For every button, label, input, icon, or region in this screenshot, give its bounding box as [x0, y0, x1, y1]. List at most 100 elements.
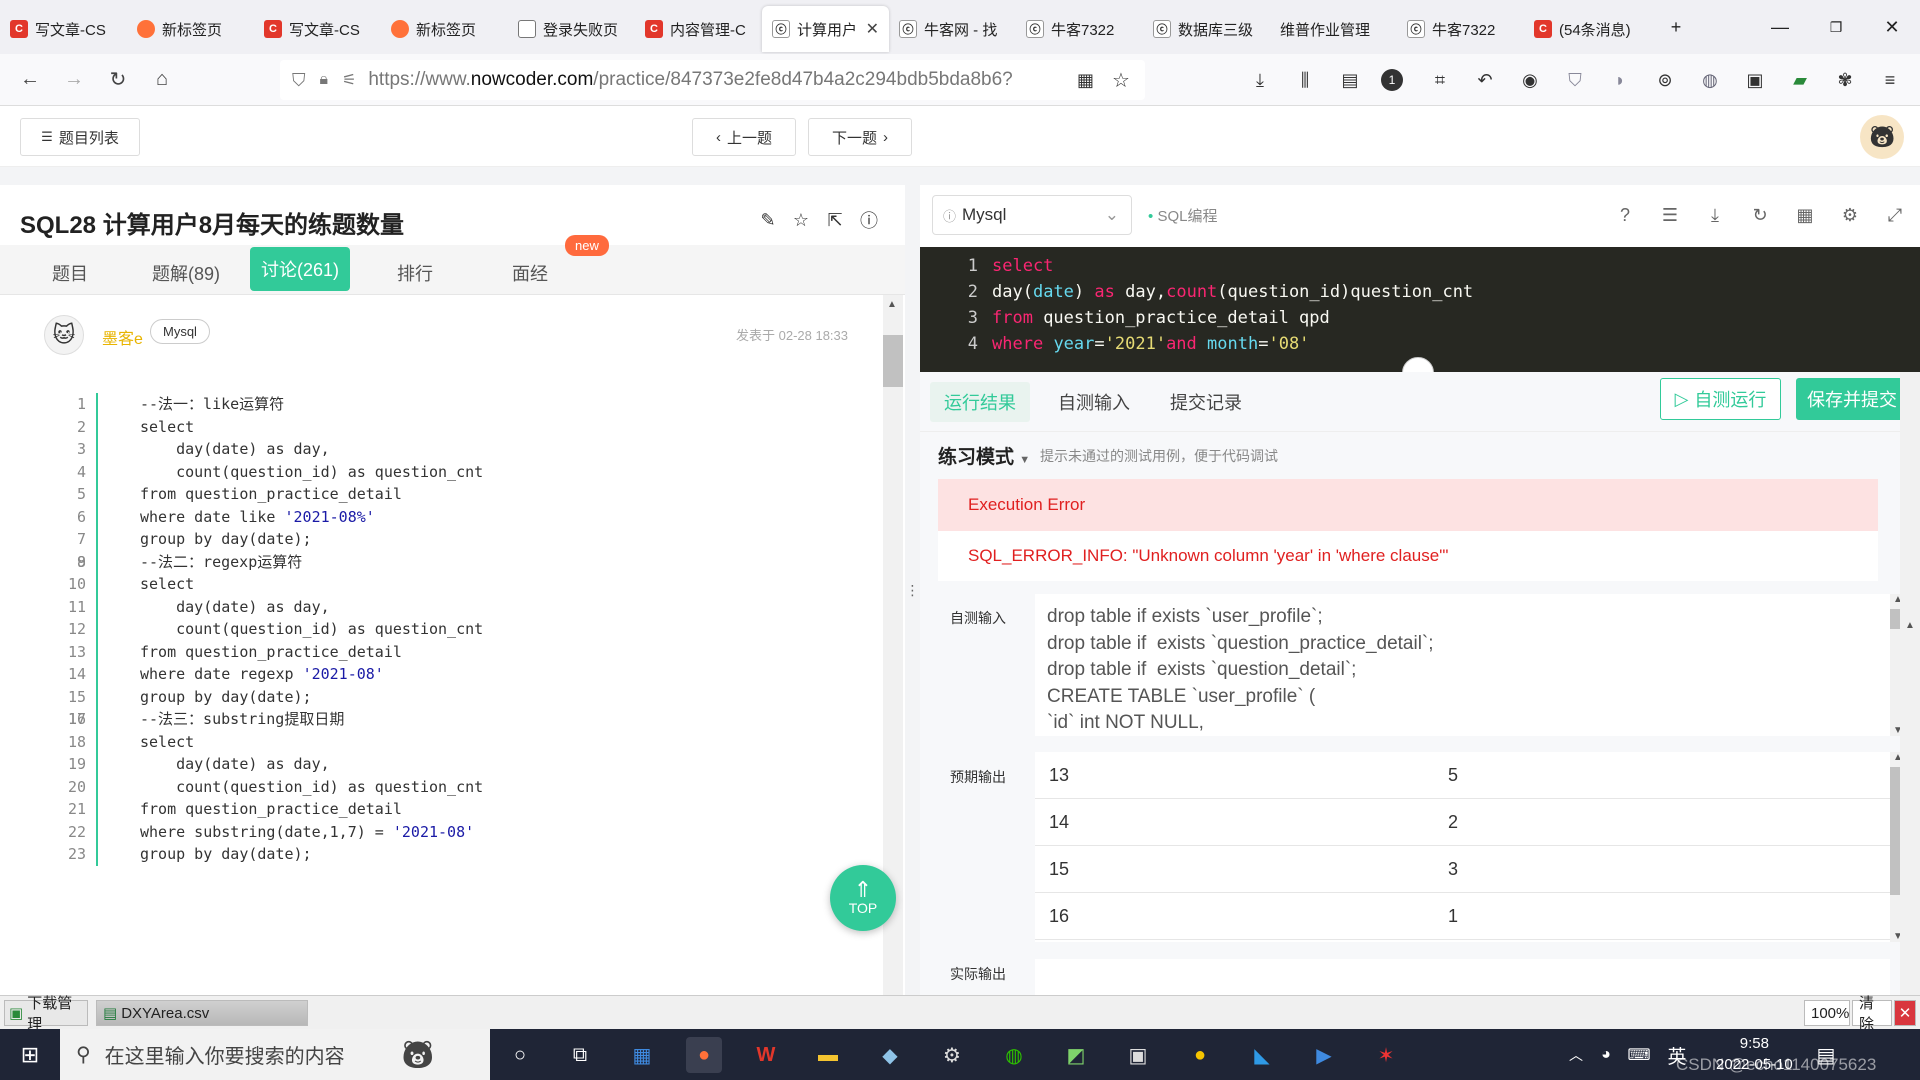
bookmark-star-icon[interactable]: ☆: [1112, 68, 1130, 93]
back-to-top-button[interactable]: ⇑ TOP: [830, 865, 896, 931]
wps-icon[interactable]: W: [748, 1037, 784, 1073]
clear-button[interactable]: 清除: [1852, 995, 1892, 1033]
tab-interview[interactable]: 面经: [500, 251, 560, 295]
help-icon[interactable]: ?: [1612, 202, 1638, 228]
undo-icon[interactable]: ↶: [1471, 66, 1499, 94]
crop-icon[interactable]: ⌗: [1426, 66, 1454, 94]
tray-app-icon[interactable]: ◕: [1594, 1037, 1618, 1073]
close-tab-icon[interactable]: ✕: [866, 19, 879, 39]
tab-solutions[interactable]: 题解(89): [138, 251, 234, 295]
info-icon[interactable]: ⓘ: [857, 208, 881, 232]
lock-icon[interactable]: 🔒︎: [320, 71, 329, 89]
browser-tab[interactable]: 新标签页: [381, 6, 508, 52]
practice-mode-select[interactable]: 练习模式 ▼: [938, 442, 1030, 469]
favorite-star-icon[interactable]: ☆: [789, 208, 813, 232]
windows-start-icon[interactable]: ⊞: [12, 1037, 48, 1073]
code-editor[interactable]: 1 select 2 day(date) as day,count(question_…: [920, 247, 1920, 372]
panel-splitter[interactable]: ⋮: [905, 185, 920, 995]
pycharm-icon[interactable]: ◩: [1058, 1037, 1094, 1073]
keyboard-icon[interactable]: ⌨: [1624, 1037, 1654, 1073]
globe-icon[interactable]: ◍: [1696, 66, 1724, 94]
qr-code-icon[interactable]: ▦: [1077, 70, 1094, 91]
fan-app-icon[interactable]: ✶: [1368, 1037, 1404, 1073]
download-code-icon[interactable]: ⤓: [1702, 202, 1728, 228]
share-icon[interactable]: ⇱: [823, 208, 847, 232]
browser-tab[interactable]: ⓒ 牛客7322: [1016, 6, 1143, 52]
task-view-icon[interactable]: ⧉: [562, 1037, 598, 1073]
new-tab-icon[interactable]: +: [1648, 0, 1704, 54]
mascot-app-icon[interactable]: ●: [1182, 1037, 1218, 1073]
browser-tab[interactable]: C 内容管理-C: [635, 6, 762, 52]
wechat-icon[interactable]: ◍: [996, 1037, 1032, 1073]
problem-list-button[interactable]: ☰ 题目列表: [20, 118, 140, 156]
back-icon[interactable]: ←: [8, 60, 52, 100]
taskbar-search-box[interactable]: ⚲ 在这里输入你要搜索的内容 🐻︎: [60, 1029, 490, 1080]
media-app-icon[interactable]: ▶: [1306, 1037, 1342, 1073]
sidebar-icon[interactable]: ▤: [1336, 66, 1364, 94]
sync-icon[interactable]: ⊚: [1651, 66, 1679, 94]
camera-app-icon[interactable]: ▣: [1120, 1037, 1156, 1073]
privacy-icon[interactable]: ◗: [1606, 66, 1634, 94]
author-name[interactable]: 墨客e: [102, 325, 143, 349]
scroll-up-icon[interactable]: ▲: [1900, 620, 1920, 631]
library-icon[interactable]: ⫼: [1291, 66, 1319, 94]
cortana-icon[interactable]: ○: [502, 1037, 538, 1073]
settings-icon[interactable]: ⚙: [1837, 202, 1863, 228]
list-outline-icon[interactable]: ☰: [1657, 202, 1683, 228]
menu-icon[interactable]: ≡: [1876, 66, 1904, 94]
browser-tab[interactable]: ⓒ 数据库三级: [1143, 6, 1270, 52]
tab-description[interactable]: 题目: [40, 251, 100, 295]
tab-self-input[interactable]: 自测输入: [1044, 382, 1144, 422]
extension-icon[interactable]: ◉: [1516, 66, 1544, 94]
close-window-button[interactable]: ✕: [1864, 0, 1920, 54]
prev-problem-button[interactable]: ‹ 上一题: [692, 118, 796, 156]
self-input-textarea[interactable]: drop table if exists `user_profile`; drop…: [1035, 594, 1890, 736]
browser-tab[interactable]: 新标签页: [127, 6, 254, 52]
right-scrollbar[interactable]: ▲: [1900, 372, 1920, 995]
settings-extension-icon[interactable]: ✾: [1831, 66, 1859, 94]
shield-extension-icon[interactable]: ⛉: [1561, 66, 1589, 94]
firefox-taskbar-icon[interactable]: ●: [686, 1037, 722, 1073]
browser-tab[interactable]: 维普作业管理: [1270, 6, 1397, 52]
browser-tab[interactable]: C 写文章-CS: [0, 6, 127, 52]
save-submit-button[interactable]: 保存并提交: [1796, 378, 1908, 420]
browser-tab[interactable]: C (54条消息): [1524, 6, 1651, 52]
language-select[interactable]: ⓘ Mysql ⌄: [932, 195, 1132, 235]
video-icon[interactable]: ▣: [1741, 66, 1769, 94]
calendar-icon[interactable]: ▦: [1792, 202, 1818, 228]
minimize-window-button[interactable]: —: [1752, 0, 1808, 54]
excel-extension-icon[interactable]: ▰: [1786, 66, 1814, 94]
zoom-level[interactable]: 100%: [1804, 1000, 1850, 1026]
maximize-window-button[interactable]: ❐: [1808, 0, 1864, 54]
edit-icon[interactable]: ✎: [756, 208, 780, 232]
self-test-run-button[interactable]: ▷ 自测运行: [1660, 378, 1781, 420]
reset-icon[interactable]: ↻: [1747, 202, 1773, 228]
user-avatar[interactable]: 🐻︎: [1860, 115, 1904, 159]
close-statusbar-icon[interactable]: ✕: [1894, 1000, 1916, 1026]
permissions-icon[interactable]: ⚟: [342, 70, 356, 90]
tab-submissions[interactable]: 提交记录: [1156, 382, 1256, 422]
home-icon[interactable]: ⌂: [140, 60, 184, 100]
shield-icon[interactable]: ⛉: [292, 70, 306, 91]
settings-app-icon[interactable]: ⚙: [934, 1037, 970, 1073]
url-bar[interactable]: ⛉ 🔒︎ ⚟ https://www. nowcoder.com/practice…: [280, 60, 1145, 100]
next-problem-button[interactable]: 下一题 ›: [808, 118, 912, 156]
left-scroll-thumb[interactable]: [883, 335, 903, 387]
tab-discussion[interactable]: 讨论(261): [250, 247, 350, 291]
browser-tab[interactable]: ⓒ 牛客7322: [1397, 6, 1524, 52]
tray-chevron-icon[interactable]: ︿: [1564, 1037, 1588, 1073]
file-app-icon[interactable]: ▦: [624, 1037, 660, 1073]
browser-tab[interactable]: ⓒ 牛客网 - 找: [889, 6, 1016, 52]
tab-run-result[interactable]: 运行结果: [930, 382, 1030, 422]
scroll-up-icon[interactable]: ▲: [887, 299, 897, 310]
fullscreen-icon[interactable]: ⤢: [1882, 202, 1908, 228]
download-manager-button[interactable]: ▣ 下载管理: [4, 995, 88, 1033]
browser-tab[interactable]: 登录失败页: [508, 6, 635, 52]
notes-app-icon[interactable]: ◆: [872, 1037, 908, 1073]
browser-tab[interactable]: C 写文章-CS: [254, 6, 381, 52]
file-explorer-icon[interactable]: ▬: [810, 1037, 846, 1073]
reload-icon[interactable]: ↻: [96, 60, 140, 100]
forward-icon[interactable]: →: [52, 60, 96, 100]
download-icon[interactable]: ⤓: [1246, 66, 1274, 94]
download-file-item[interactable]: ▤ DXYArea.csv: [96, 1000, 308, 1026]
